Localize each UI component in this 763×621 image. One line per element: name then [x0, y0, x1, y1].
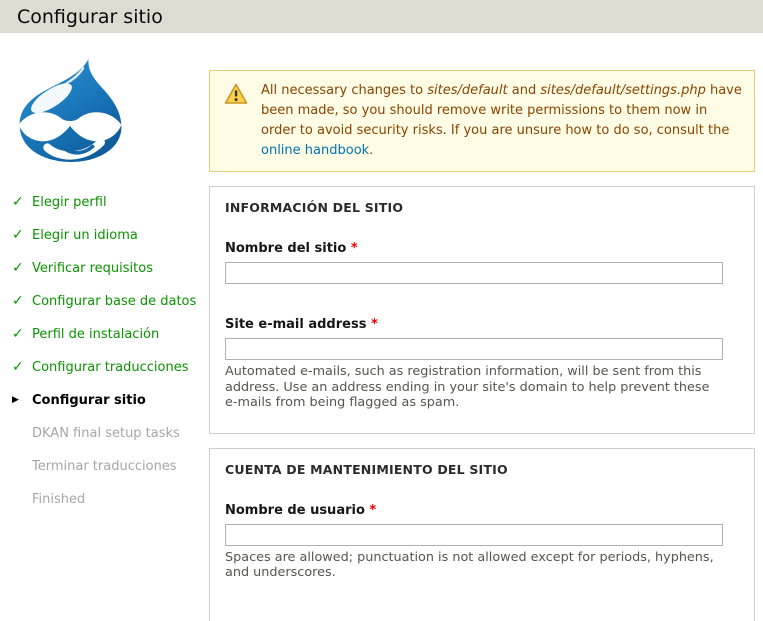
- fieldset-legend: CUENTA DE MANTENIMIENTO DEL SITIO: [225, 461, 508, 477]
- sidebar: ✓ Elegir perfil ✓ Elegir un idioma ✓ Ver…: [0, 33, 209, 522]
- check-icon: ✓: [12, 293, 24, 309]
- required-marker: *: [350, 241, 358, 256]
- check-icon: ✓: [12, 227, 24, 243]
- form-item-site-name: Nombre del sitio *: [225, 241, 724, 284]
- warning-message: All necessary changes to sites/default a…: [209, 70, 755, 172]
- task-label: Verificar requisitos: [32, 260, 153, 276]
- task-elegir-un-idioma: ✓ Elegir un idioma: [12, 225, 209, 245]
- task-perfil-de-instalacion: ✓ Perfil de instalación: [12, 324, 209, 344]
- task-label: Perfil de instalación: [32, 326, 160, 342]
- task-finished: Finished: [12, 489, 209, 509]
- active-arrow-icon: ▶: [12, 395, 19, 405]
- warning-text-part: and: [507, 83, 541, 98]
- task-label: Terminar traducciones: [32, 458, 177, 474]
- required-marker: *: [369, 502, 377, 518]
- warning-text-part: .: [369, 143, 374, 158]
- site-name-input[interactable]: [225, 262, 723, 284]
- online-handbook-link[interactable]: online handbook: [261, 143, 369, 158]
- label-text: Nombre de usuario: [225, 502, 365, 518]
- site-email-label: Site e-mail address *: [225, 317, 724, 332]
- main-column: All necessary changes to sites/default a…: [209, 33, 763, 621]
- warning-text: All necessary changes to sites/default a…: [261, 81, 742, 161]
- task-configurar-sitio-active: ▶ Configurar sitio: [12, 390, 209, 410]
- check-icon: ✓: [12, 260, 24, 276]
- site-email-input[interactable]: [225, 338, 723, 360]
- task-dkan-final-setup-tasks: DKAN final setup tasks: [12, 423, 209, 443]
- fieldset-legend: INFORMACIÓN DEL SITIO: [225, 200, 404, 215]
- site-email-description: Automated e-mails, such as registration …: [225, 364, 710, 410]
- fieldset-maintenance-account: CUENTA DE MANTENIMIENTO DEL SITIO Nombre…: [209, 447, 755, 621]
- check-icon: ✓: [12, 194, 24, 210]
- page-header: Configurar sitio: [0, 0, 763, 33]
- task-configurar-base-de-datos: ✓ Configurar base de datos: [12, 291, 209, 311]
- task-configurar-traducciones: ✓ Configurar traducciones: [12, 357, 209, 377]
- warning-text-part: All necessary changes to: [261, 83, 428, 98]
- site-name-label: Nombre del sitio *: [225, 241, 724, 256]
- username-description: Spaces are allowed; punctuation is not a…: [225, 549, 714, 581]
- task-label: Finished: [32, 491, 86, 507]
- install-task-list: ✓ Elegir perfil ✓ Elegir un idioma ✓ Ver…: [0, 192, 209, 509]
- task-label: Configurar sitio: [32, 392, 146, 408]
- task-label: Elegir un idioma: [32, 227, 138, 243]
- task-elegir-perfil: ✓ Elegir perfil: [12, 192, 209, 212]
- path-settings-php: sites/default/settings.php: [540, 83, 706, 98]
- task-label: Configurar traducciones: [32, 359, 189, 375]
- drupal-logo: [8, 57, 209, 164]
- task-label: Elegir perfil: [32, 194, 107, 210]
- check-icon: ✓: [12, 326, 24, 342]
- required-marker: *: [370, 317, 378, 332]
- form-item-site-email: Site e-mail address * Automated e-mails,…: [225, 317, 724, 411]
- task-label: Configurar base de datos: [32, 293, 197, 309]
- fieldset-site-information: INFORMACIÓN DEL SITIO Nombre del sitio *…: [209, 186, 755, 434]
- task-terminar-traducciones: Terminar traducciones: [12, 456, 209, 476]
- check-icon: ✓: [12, 359, 24, 375]
- label-text: Nombre del sitio: [225, 241, 347, 256]
- content: ✓ Elegir perfil ✓ Elegir un idioma ✓ Ver…: [0, 33, 763, 621]
- drupal-droplet-icon: [18, 59, 122, 162]
- warning-triangle-icon: [224, 83, 248, 105]
- label-text: Site e-mail address: [225, 317, 367, 332]
- username-input[interactable]: [225, 523, 723, 546]
- task-verificar-requisitos: ✓ Verificar requisitos: [12, 258, 209, 278]
- path-sites-default: sites/default: [427, 83, 508, 98]
- task-label: DKAN final setup tasks: [32, 425, 180, 441]
- username-label: Nombre de usuario *: [225, 503, 724, 518]
- page-title: Configurar sitio: [17, 5, 163, 28]
